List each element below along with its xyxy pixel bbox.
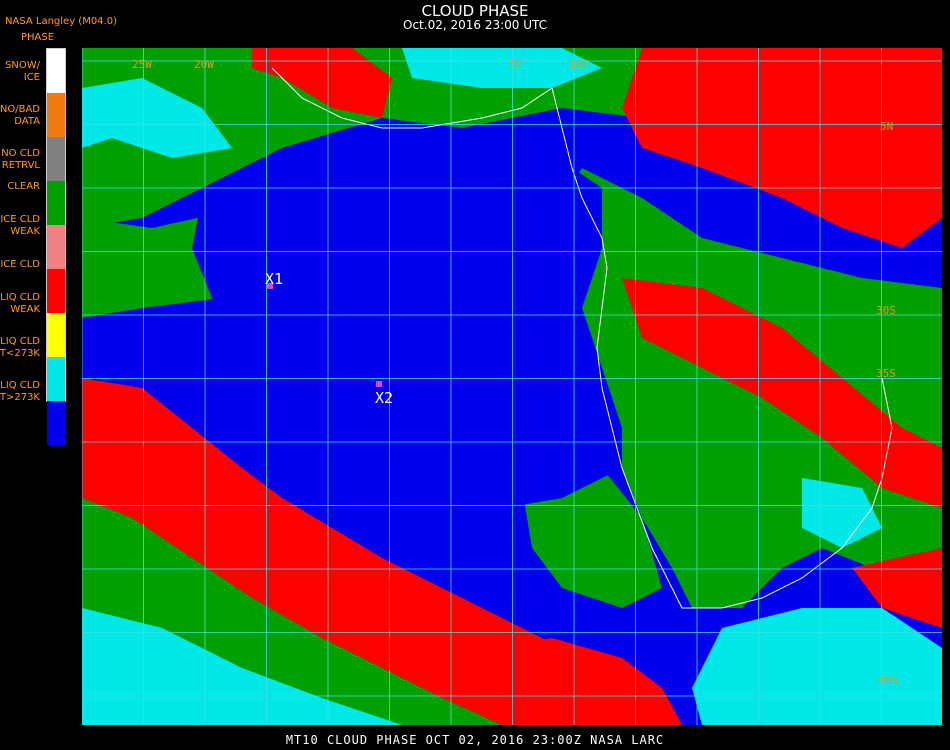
timestamp: Oct.02, 2016 23:00 UTC [403, 18, 547, 32]
grid-label-lat-5n: 5N [880, 120, 893, 133]
marker-x2-label: X2 [375, 389, 393, 407]
grid-label-lon-5e: 5E [509, 58, 522, 71]
legend-swatch-clear [47, 181, 65, 225]
grid-label-lat-35s: 35S [876, 367, 896, 380]
legend-swatch-ice-cld [47, 269, 65, 313]
map-svg: X1 X2 25W 20W 5E 10E 5N 30S 35S 40S [82, 48, 942, 725]
legend-swatch-ice-cld-weak [47, 225, 65, 269]
legend-label-ice-cld: ICE CLD [0, 259, 40, 270]
legend-label-ice-cld-weak: ICE CLD WEAK [0, 214, 40, 237]
legend-label-liq-cld-cold: LIQ CLD T<273K [0, 336, 40, 359]
grid-label-lat-40s: 40S [878, 674, 898, 687]
legend-heading: PHASE [21, 32, 55, 43]
producer-label: NASA Langley (M04.0) [5, 16, 117, 27]
legend-swatch-liq-cld-warm [47, 401, 65, 445]
legend-label-clear: CLEAR [7, 181, 40, 192]
grid-label-lon-20w: 20W [194, 58, 214, 71]
legend-label-no-cld-retrvl: NO CLD RETRVL [1, 148, 40, 171]
grid-label-lat-30s: 30S [876, 304, 896, 317]
legend-swatch-no-cld-retrvl [47, 137, 65, 181]
marker-x1-label: X1 [265, 270, 283, 288]
legend-label-liq-cld-warm: LIQ CLD T>273K [0, 380, 40, 403]
legend-label-liq-cld-weak: LIQ CLD WEAK [0, 292, 40, 315]
legend-color-bar [46, 48, 66, 445]
footer-caption: MT10 CLOUD PHASE OCT 02, 2016 23:00Z NAS… [285, 733, 665, 747]
legend-swatch-liq-cld-cold [47, 357, 65, 401]
marker-x2[interactable] [376, 381, 382, 387]
legend-swatch-snow-ice [47, 49, 65, 93]
grid-label-lon-25w: 25W [132, 58, 152, 71]
legend-label-no-bad-data: NO/BAD DATA [0, 104, 40, 127]
grid-label-lon-10e: 10E [569, 58, 589, 71]
legend-swatch-no-bad-data [47, 93, 65, 137]
legend-label-snow-ice: SNOW/ICE [5, 60, 40, 83]
cloud-phase-map[interactable]: X1 X2 25W 20W 5E 10E 5N 30S 35S 40S [82, 48, 942, 725]
legend-swatch-liq-cld-weak [47, 313, 65, 357]
